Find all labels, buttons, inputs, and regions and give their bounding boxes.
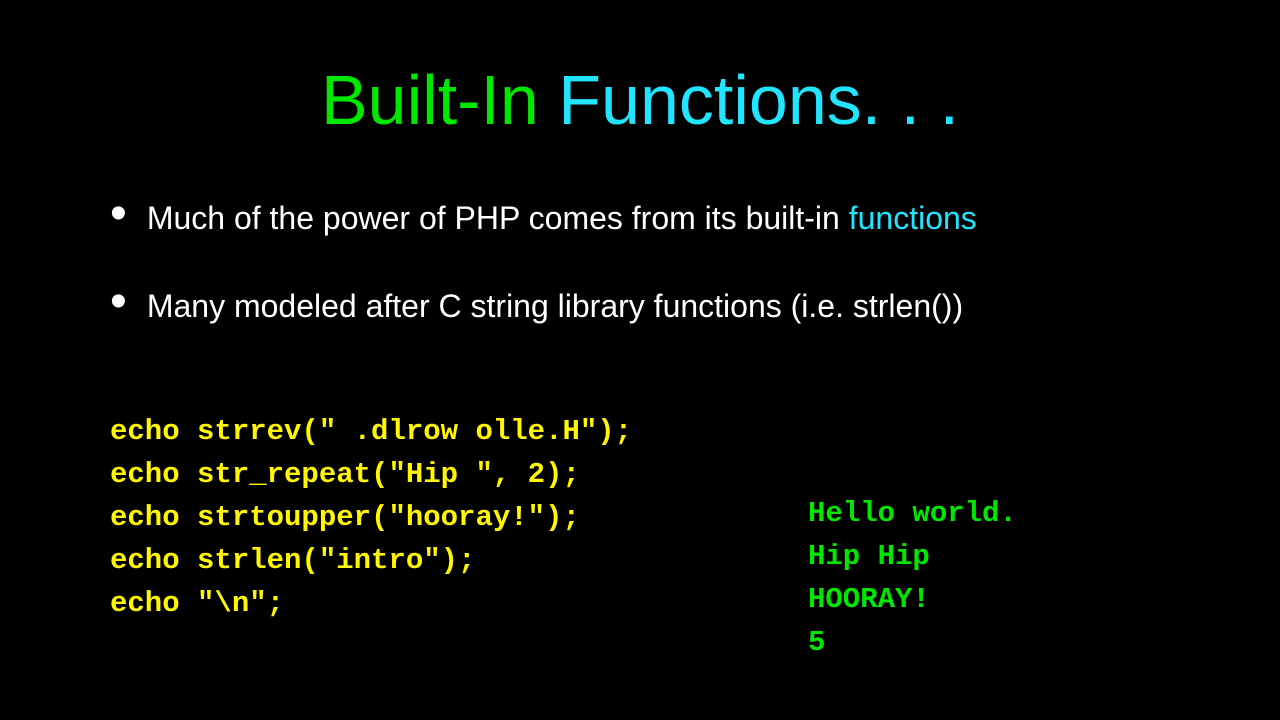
output-line-1: Hello world. xyxy=(808,497,1017,530)
bullet-list: • Much of the power of PHP comes from it… xyxy=(110,195,1190,371)
code-line-4: echo strlen("intro"); xyxy=(110,544,475,577)
slide-title: Built-In Functions. . . xyxy=(0,60,1280,140)
bullet-item-1: • Much of the power of PHP comes from it… xyxy=(110,195,1190,241)
bullet-item-2: • Many modeled after C string library fu… xyxy=(110,283,1190,329)
title-part2: Functions. . . xyxy=(539,61,959,139)
code-line-5: echo "\n"; xyxy=(110,587,284,620)
output-line-3: HOORAY! xyxy=(808,583,930,616)
output-line-2: Hip Hip xyxy=(808,540,930,573)
code-line-1: echo strrev(" .dlrow olle.H"); xyxy=(110,415,632,448)
bullet-1-text: Much of the power of PHP comes from its … xyxy=(147,195,977,241)
bullet-2-text: Many modeled after C string library func… xyxy=(147,283,963,329)
code-block: echo strrev(" .dlrow olle.H"); echo str_… xyxy=(110,410,632,625)
bullet-1-prefix: Much of the power of PHP comes from its … xyxy=(147,200,849,236)
code-line-3: echo strtoupper("hooray!"); xyxy=(110,501,580,534)
bullet-dot-icon: • xyxy=(110,285,127,319)
bullet-dot-icon: • xyxy=(110,197,127,231)
output-line-4: 5 xyxy=(808,626,825,659)
title-part1: Built-In xyxy=(321,61,539,139)
bullet-1-link: functions xyxy=(849,200,977,236)
slide: Built-In Functions. . . • Much of the po… xyxy=(0,0,1280,720)
code-line-2: echo str_repeat("Hip ", 2); xyxy=(110,458,580,491)
output-block: Hello world. Hip Hip HOORAY! 5 xyxy=(808,492,1017,664)
